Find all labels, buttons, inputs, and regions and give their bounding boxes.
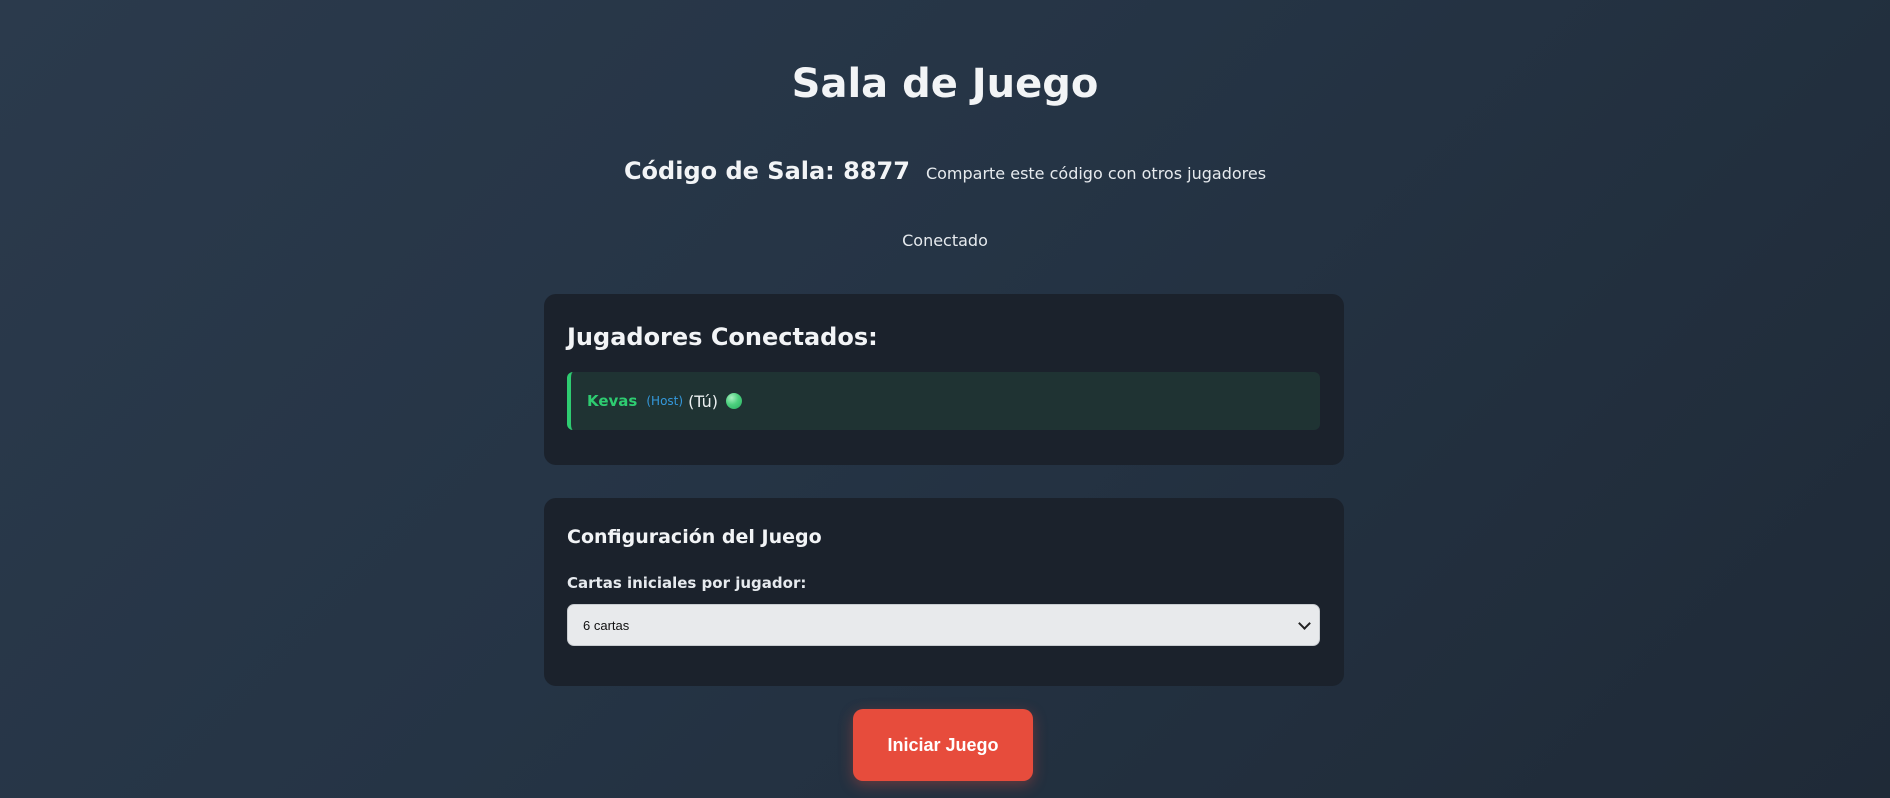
- cards-per-player-label: Cartas iniciales por jugador:: [567, 574, 807, 592]
- online-dot-icon: [726, 393, 743, 409]
- players-panel: Jugadores Conectados: Kevas (Host) (Tú): [544, 294, 1344, 465]
- room-code: Código de Sala: 8877: [623, 157, 910, 185]
- connection-status: Conectado: [902, 231, 988, 250]
- cards-select-value: 6 cartas: [583, 617, 630, 633]
- host-badge: (Host): [646, 394, 684, 408]
- player-name: Kevas: [587, 392, 638, 410]
- chevron-down-icon: [1298, 616, 1311, 630]
- cards-per-player-select[interactable]: 6 cartas: [567, 604, 1320, 646]
- player-list-item: Kevas (Host) (Tú): [567, 372, 1320, 430]
- game-config-panel: Configuración del Juego Cartas iniciales…: [544, 498, 1344, 686]
- config-heading: Configuración del Juego: [567, 526, 822, 548]
- room-share-hint: Comparte este código con otros jugadores: [925, 164, 1267, 183]
- players-heading: Jugadores Conectados:: [567, 323, 878, 351]
- self-label: (Tú): [688, 391, 719, 411]
- page-title: Sala de Juego: [791, 61, 1099, 107]
- room-code-line: Código de Sala: 8877 Comparte este códig…: [0, 157, 1890, 185]
- start-game-button[interactable]: Iniciar Juego: [853, 709, 1033, 781]
- game-room-page: Sala de Juego Código de Sala: 8877 Compa…: [0, 0, 1890, 798]
